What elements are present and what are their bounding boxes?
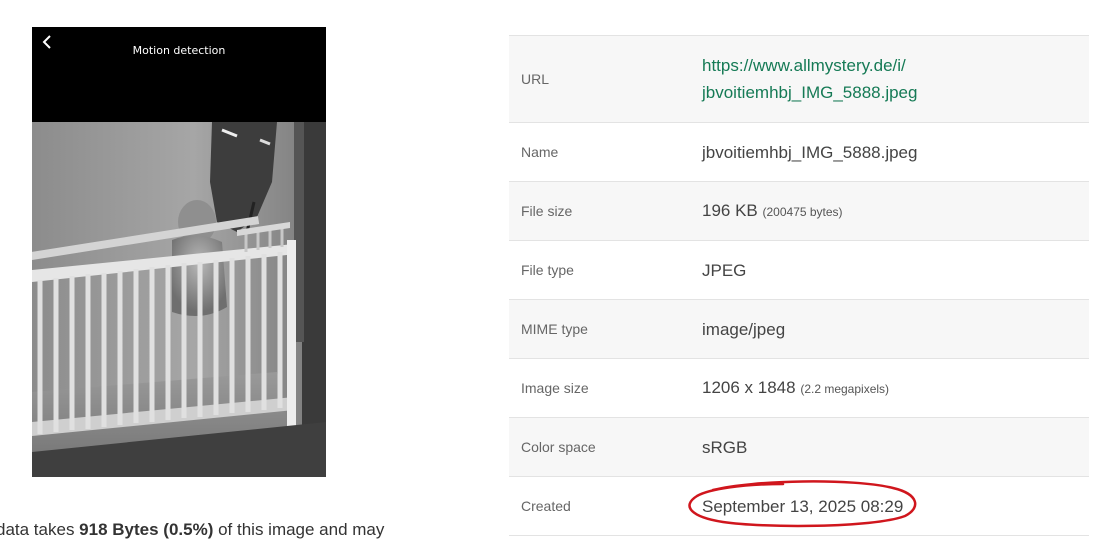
url-link-line1: https://www.allmystery.de/i/ — [702, 56, 906, 75]
metadata-note-bytes: 918 Bytes (0.5%) — [79, 520, 214, 539]
url-link-line2: jbvoitiemhbj_IMG_5888.jpeg — [702, 83, 918, 102]
name-value: jbvoitiemhbj_IMG_5888.jpeg — [702, 142, 918, 162]
name-label: Name — [521, 144, 559, 160]
metadata-note-suffix: of this image and may — [213, 520, 385, 539]
color-space-value: sRGB — [702, 437, 748, 457]
metadata-size-note: data takes 918 Bytes (0.5%) of this imag… — [0, 520, 384, 540]
row-color-space: Color space sRGB — [509, 418, 1089, 477]
created-label: Created — [521, 498, 571, 514]
color-space-label: Color space — [521, 439, 596, 455]
phone-screen-title: Motion detection — [132, 44, 226, 57]
file-size-bytes: (200475 bytes) — [762, 204, 843, 219]
image-size-value: 1206 x 1848 (2.2 megapixels) — [702, 374, 1089, 403]
image-preview: Motion detection — [32, 27, 326, 477]
row-name: Name jbvoitiemhbj_IMG_5888.jpeg — [509, 123, 1089, 182]
file-size-value: 196 KB (200475 bytes) — [702, 197, 1089, 226]
image-size-megapixels: (2.2 megapixels) — [800, 381, 890, 396]
mime-type-value: image/jpeg — [702, 319, 786, 339]
camera-feed-image — [32, 122, 326, 477]
row-url: URL https://www.allmystery.de/i/ jbvoiti… — [509, 36, 1089, 123]
row-created: Created September 13, 2025 08:29 — [509, 477, 1089, 536]
created-value-wrap: September 13, 2025 08:29 — [688, 479, 917, 527]
mime-type-label: MIME type — [521, 321, 588, 337]
file-details-table: URL https://www.allmystery.de/i/ jbvoiti… — [509, 35, 1089, 536]
image-size-label: Image size — [521, 380, 589, 396]
url-value: https://www.allmystery.de/i/ jbvoitiemhb… — [702, 52, 1089, 106]
page: Motion detection data takes 918 Bytes (0… — [0, 0, 1112, 548]
row-image-size: Image size 1206 x 1848 (2.2 megapixels) — [509, 359, 1089, 418]
created-value: September 13, 2025 08:29 — [702, 496, 904, 516]
image-size-main: 1206 x 1848 — [702, 377, 796, 397]
file-type-label: File type — [521, 262, 574, 278]
phone-app-header: Motion detection — [32, 27, 326, 122]
metadata-note-prefix: data takes — [0, 520, 80, 539]
created-value-cell: September 13, 2025 08:29 — [688, 479, 1089, 527]
file-size-label: File size — [521, 203, 573, 219]
file-type-value: JPEG — [702, 260, 747, 280]
file-size-main: 196 KB — [702, 200, 758, 220]
url-link[interactable]: https://www.allmystery.de/i/ jbvoitiemhb… — [702, 56, 917, 102]
row-mime-type: MIME type image/jpeg — [509, 300, 1089, 359]
url-label: URL — [521, 71, 550, 87]
row-file-type: File type JPEG — [509, 241, 1089, 300]
row-file-size: File size 196 KB (200475 bytes) — [509, 182, 1089, 241]
